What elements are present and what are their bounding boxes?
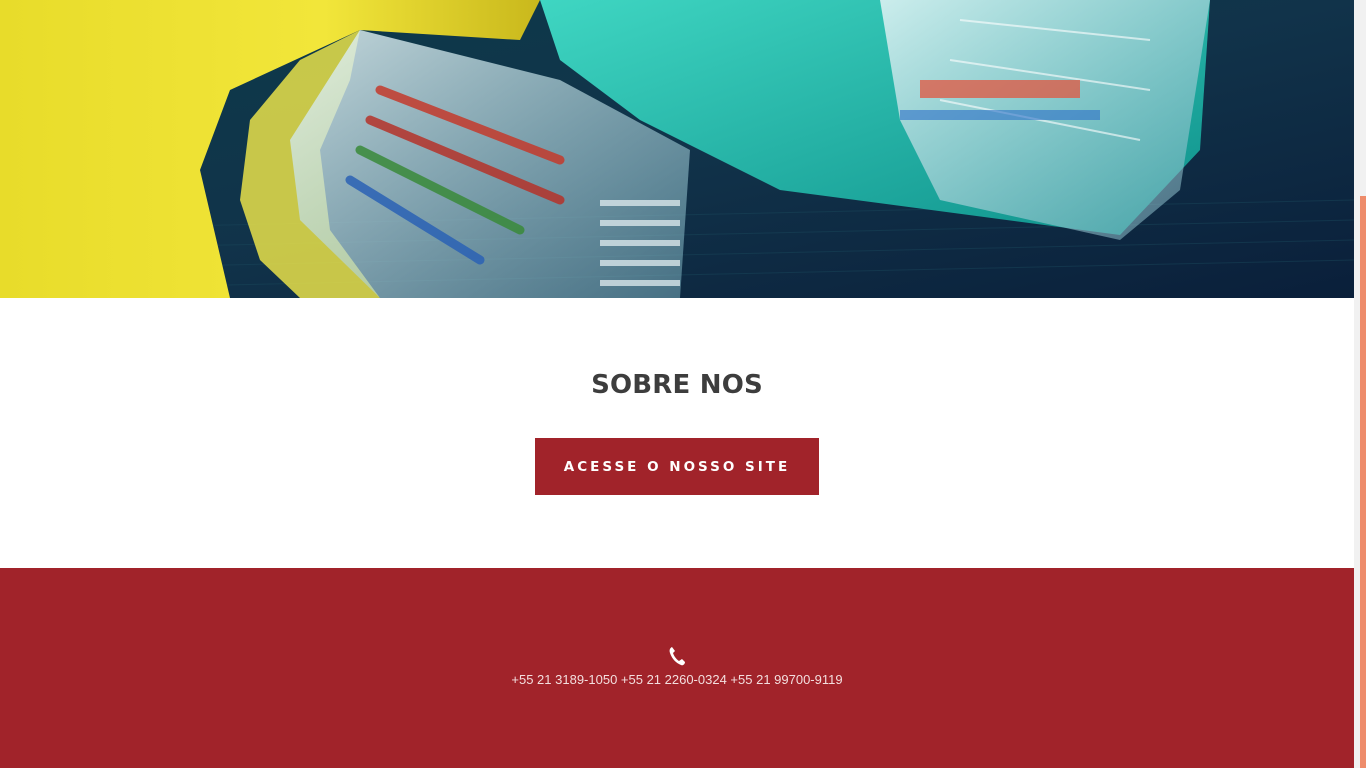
page: SOBRE NOS ACESSE O NOSSO SITE +55 21 318…: [0, 0, 1354, 768]
hero-image: [0, 0, 1354, 298]
about-section: SOBRE NOS ACESSE O NOSSO SITE: [0, 298, 1354, 568]
ethernet-cables-photo: [0, 0, 1354, 298]
phone-icon: [669, 647, 685, 666]
footer: +55 21 3189-1050 +55 21 2260-0324 +55 21…: [0, 568, 1354, 768]
phone-numbers: +55 21 3189-1050 +55 21 2260-0324 +55 21…: [511, 672, 843, 687]
scrollbar-thumb[interactable]: [1360, 196, 1366, 768]
about-title: SOBRE NOS: [591, 370, 763, 400]
scrollbar[interactable]: [1354, 0, 1366, 768]
visit-site-button[interactable]: ACESSE O NOSSO SITE: [535, 438, 819, 495]
